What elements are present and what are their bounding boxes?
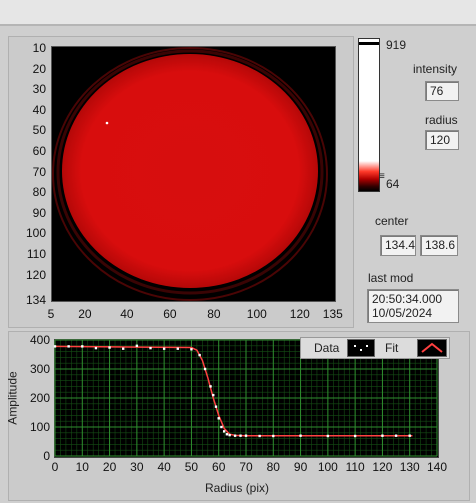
legend-fit-label: Fit	[385, 341, 399, 355]
image-y-tick: 110	[26, 247, 46, 261]
image-x-tick: 40	[120, 307, 134, 321]
x-tick-label: 0	[52, 460, 59, 474]
image-x-tick: 135	[322, 307, 343, 321]
x-tick-label: 80	[267, 460, 281, 474]
image-y-tick: 10	[32, 41, 46, 55]
image-x-tick: 5	[47, 307, 55, 321]
app-window: 919 64 ≡ intensity 76 radius 120 center …	[0, 0, 476, 503]
data-point	[214, 405, 218, 408]
data-point	[228, 433, 231, 437]
image-y-tick: 90	[32, 205, 46, 220]
data-point	[225, 433, 229, 436]
data-point	[190, 348, 193, 351]
legend-fit-swatch[interactable]	[417, 339, 447, 357]
data-point	[149, 346, 152, 350]
y-tick-label: 300	[30, 362, 50, 376]
x-tick-label: 30	[130, 460, 144, 474]
image-y-tick: 40	[32, 102, 46, 117]
image-x-tick: 80	[207, 307, 221, 321]
data-point	[108, 346, 111, 349]
image-y-tick: 30	[32, 82, 46, 97]
data-point	[94, 346, 98, 350]
data-point	[381, 434, 384, 437]
x-tick-label: 20	[103, 460, 117, 474]
x-tick-label: 110	[346, 460, 365, 474]
image-y-tick: 60	[32, 144, 46, 158]
data-point	[233, 434, 237, 437]
image-y-tick: 134	[25, 293, 46, 307]
data-point	[353, 434, 357, 438]
x-tick-label: 10	[76, 460, 90, 474]
data-point	[258, 434, 261, 438]
data-point	[220, 425, 223, 429]
image-y-tick: 100	[25, 226, 46, 241]
data-point	[203, 367, 207, 371]
data-point	[222, 430, 226, 433]
amplitude-plot: 0 10 20 30 40 50 60 70 80 90 100 110 120 130 140 0 100 20…	[30, 333, 447, 474]
legend-data-label: Data	[314, 341, 340, 355]
x-tick-label: 90	[294, 460, 308, 474]
x-tick-label: 100	[318, 460, 338, 474]
y-tick-label: 100	[30, 420, 50, 434]
x-tick-label: 140	[427, 460, 447, 474]
y-tick-label: 200	[30, 391, 50, 405]
image-x-tick: 60	[163, 307, 177, 321]
y-tick-label: 400	[30, 333, 50, 347]
data-point	[272, 434, 275, 438]
data-point	[209, 385, 212, 388]
image-x-tick: 20	[78, 307, 92, 321]
image-x-tick: 120	[289, 307, 310, 321]
image-y-tick: 80	[32, 185, 46, 200]
data-point	[408, 434, 411, 437]
y-axis-label: Amplitude	[5, 371, 20, 425]
x-tick-label: 50	[185, 460, 199, 474]
image-y-tick: 50	[32, 123, 46, 138]
data-point	[176, 347, 179, 350]
y-tick-label: 0	[43, 449, 50, 463]
image-y-tick: 70	[32, 164, 46, 179]
data-point	[67, 345, 70, 348]
image-x-tick: 100	[246, 307, 267, 321]
image-y-tick: 20	[32, 61, 46, 76]
data-point	[244, 434, 248, 437]
data-point	[81, 345, 84, 348]
data-point	[53, 345, 57, 348]
legend-data-swatch[interactable]	[347, 339, 375, 357]
data-point	[212, 393, 215, 397]
data-point	[217, 417, 220, 420]
x-tick-label: 40	[157, 460, 171, 474]
data-point	[394, 434, 398, 437]
x-axis-label: Radius (pix)	[205, 481, 270, 495]
data-point	[162, 347, 166, 350]
x-tick-label: 70	[239, 460, 253, 474]
data-point	[299, 434, 302, 437]
x-tick-label: 130	[400, 460, 420, 474]
data-point	[198, 353, 201, 357]
image-y-tick: 120	[25, 267, 46, 282]
plot-legend: Data Fit	[300, 337, 450, 359]
fit-line	[54, 345, 413, 437]
data-point	[135, 344, 139, 347]
data-point	[326, 434, 330, 438]
x-tick-label: 120	[372, 460, 392, 474]
x-tick-label: 60	[212, 460, 226, 474]
data-point	[239, 434, 242, 437]
data-point	[122, 347, 125, 350]
